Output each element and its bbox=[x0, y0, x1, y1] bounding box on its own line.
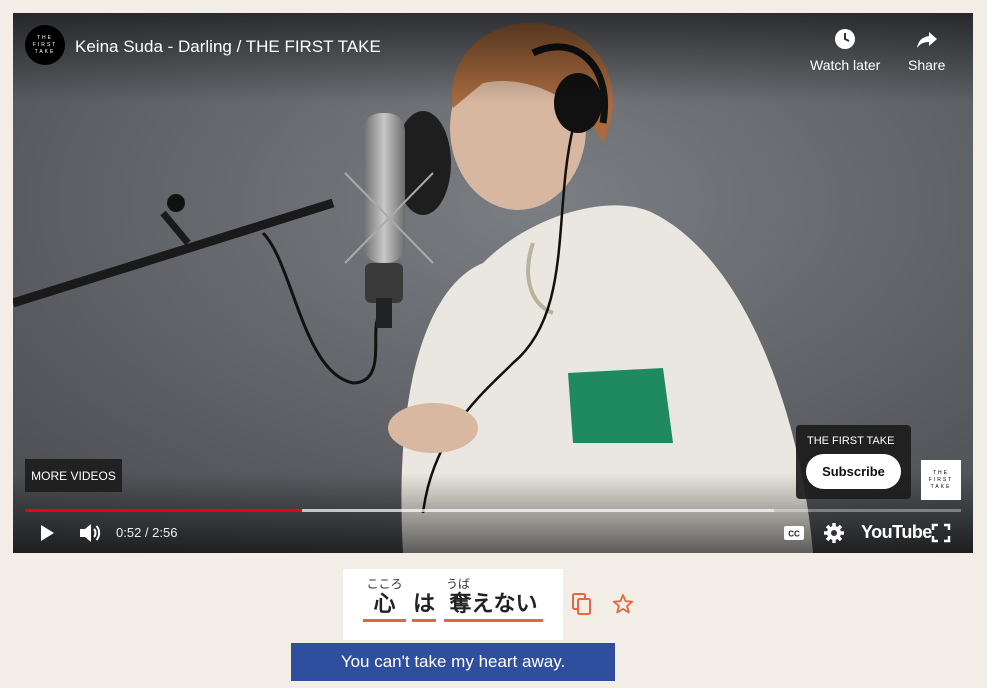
lyric-line: こころ 心 は うば 奪えない bbox=[343, 569, 563, 640]
subscribe-button[interactable]: Subscribe bbox=[806, 454, 901, 489]
settings-button[interactable] bbox=[821, 521, 847, 545]
fullscreen-button[interactable] bbox=[929, 521, 953, 545]
lyric-word[interactable]: こころ 心 bbox=[363, 577, 406, 622]
svg-text:CC: CC bbox=[788, 530, 800, 539]
video-player[interactable]: THE FIRST TAKE Keina Suda - Darling / TH… bbox=[13, 13, 973, 553]
time-display: 0:52 / 2:56 bbox=[116, 525, 178, 540]
word-text: 心 bbox=[373, 591, 396, 616]
subscribe-card: THE FIRST TAKE Subscribe bbox=[796, 425, 911, 499]
word-text: 奪えない bbox=[449, 591, 538, 616]
subscribe-card-channel: THE FIRST TAKE bbox=[807, 435, 895, 447]
closed-captions-icon: CC bbox=[784, 526, 804, 540]
watch-later-label: Watch later bbox=[810, 57, 881, 73]
share-label: Share bbox=[908, 57, 946, 73]
fullscreen-icon bbox=[931, 523, 951, 543]
captions-button[interactable]: CC bbox=[781, 521, 807, 545]
youtube-logo[interactable]: YouTube bbox=[861, 522, 932, 543]
volume-icon bbox=[80, 524, 101, 542]
play-icon bbox=[41, 525, 54, 541]
channel-logo-label: THE FIRST TAKE bbox=[928, 469, 954, 490]
translation-text: You can't take my heart away. bbox=[291, 643, 615, 681]
channel-avatar-label: THE FIRST TAKE bbox=[32, 34, 58, 55]
lyric-word[interactable]: は bbox=[412, 577, 436, 622]
progress-played bbox=[25, 509, 302, 512]
watch-later-button[interactable]: Watch later bbox=[810, 27, 880, 73]
word-text: は bbox=[412, 591, 435, 616]
channel-avatar[interactable]: THE FIRST TAKE bbox=[25, 25, 65, 65]
furigana: こころ bbox=[366, 577, 403, 591]
word-underline bbox=[412, 619, 436, 622]
progress-bar[interactable] bbox=[25, 509, 961, 512]
word-underline bbox=[444, 619, 543, 622]
clock-icon bbox=[835, 29, 856, 49]
volume-button[interactable] bbox=[77, 521, 103, 545]
video-title[interactable]: Keina Suda - Darling / THE FIRST TAKE bbox=[75, 37, 381, 57]
lyric-word[interactable]: うば 奪えない bbox=[444, 577, 543, 622]
furigana: うば bbox=[446, 577, 471, 591]
furigana bbox=[412, 577, 436, 591]
more-videos-button[interactable]: MORE VIDEOS bbox=[25, 459, 122, 492]
star-icon[interactable] bbox=[612, 593, 634, 615]
word-underline bbox=[363, 619, 406, 622]
settings-gear-icon bbox=[824, 523, 844, 543]
channel-logo-watermark[interactable]: THE FIRST TAKE bbox=[921, 460, 961, 500]
play-button[interactable] bbox=[35, 521, 59, 545]
copy-icon[interactable] bbox=[571, 592, 593, 616]
share-button[interactable]: Share bbox=[908, 27, 945, 73]
share-arrow-icon bbox=[916, 32, 937, 48]
